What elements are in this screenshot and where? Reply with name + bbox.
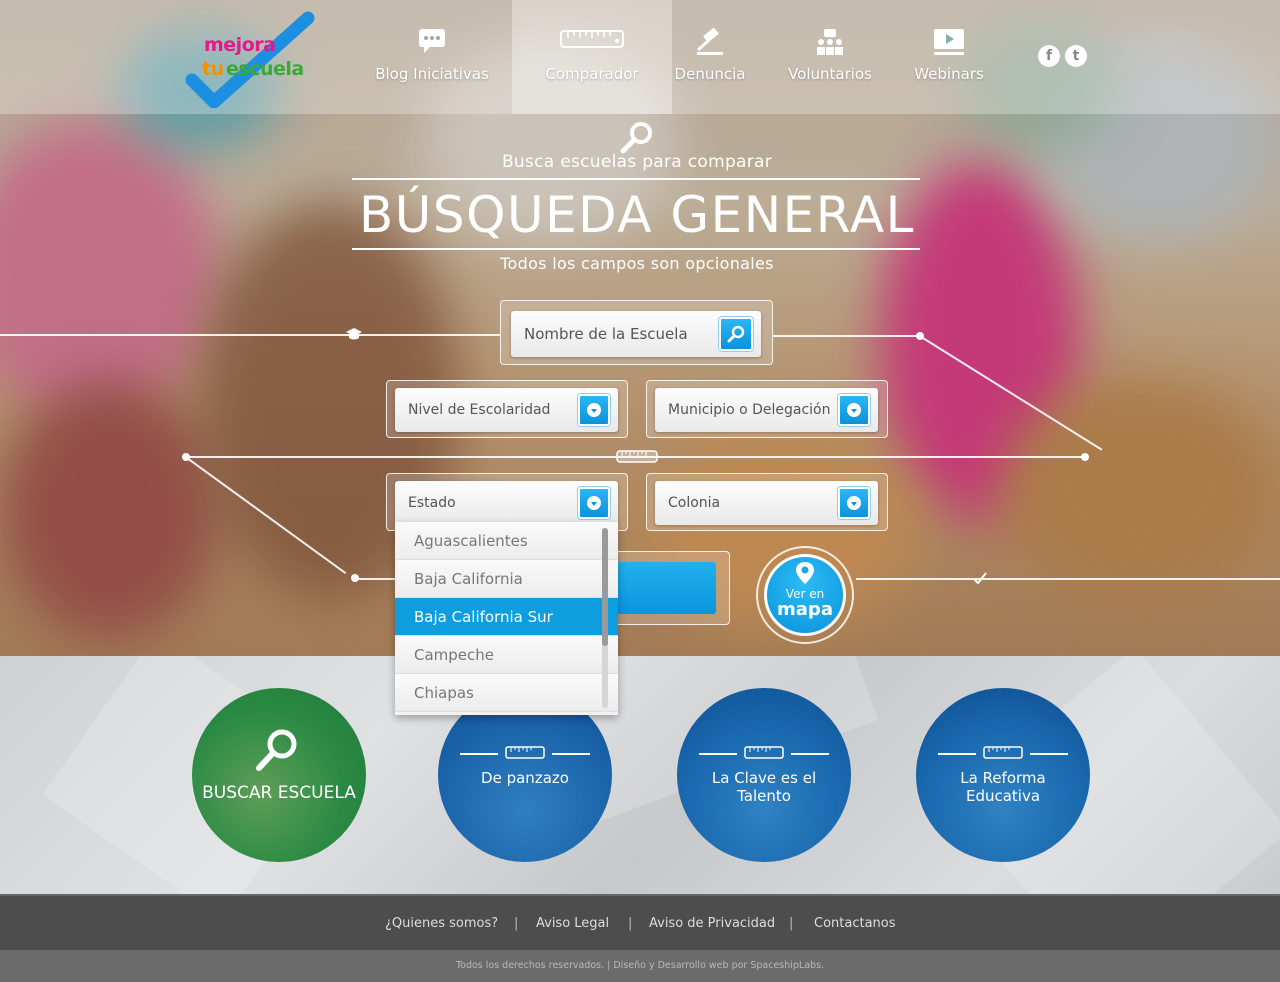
page-title: BÚSQUEDA GENERAL bbox=[358, 186, 915, 244]
search-button[interactable] bbox=[719, 317, 753, 351]
scrollbar-thumb[interactable] bbox=[602, 528, 608, 646]
dropdown-option-selected[interactable]: Baja California Sur bbox=[395, 598, 618, 636]
submit-search-button[interactable] bbox=[612, 562, 716, 614]
nav-label: Blog Iniciativas bbox=[375, 65, 489, 83]
dropdown-option[interactable]: Campeche bbox=[395, 636, 618, 674]
school-name-placeholder: Nombre de la Escuela bbox=[524, 325, 688, 343]
card-reforma-educativa[interactable]: La Reforma Educativa bbox=[916, 688, 1090, 862]
ruler-icon bbox=[505, 746, 545, 759]
footer-separator: | bbox=[514, 916, 519, 931]
nivel-label: Nivel de Escolaridad bbox=[408, 402, 551, 418]
chat-bubble-icon bbox=[418, 28, 446, 58]
estado-dropdown-list[interactable]: Aguascalientes Baja California Baja Cali… bbox=[395, 522, 618, 715]
nav-webinars[interactable]: Webinars bbox=[869, 0, 1029, 114]
logo-text-mejora: mejora bbox=[204, 34, 276, 56]
municipio-select[interactable]: Municipio o Delegación bbox=[655, 388, 878, 432]
chevron-down-icon[interactable] bbox=[838, 487, 870, 519]
dropdown-option[interactable]: Baja California bbox=[395, 560, 618, 598]
copyright-text: Todos los derechos reservados. | Diseño … bbox=[455, 960, 825, 971]
colonia-label: Colonia bbox=[668, 495, 721, 511]
card-title: De panzazo bbox=[481, 769, 569, 787]
ruler-icon bbox=[983, 746, 1023, 759]
footer-link-aviso-privacidad[interactable]: Aviso de Privacidad bbox=[649, 916, 775, 931]
optional-note: Todos los campos son opcionales bbox=[500, 254, 774, 273]
divider bbox=[352, 178, 920, 180]
footer-separator: | bbox=[789, 916, 794, 931]
card-title: La Clave es el Talento bbox=[711, 769, 817, 805]
municipio-label: Municipio o Delegación bbox=[668, 402, 831, 418]
connector-dot bbox=[182, 453, 190, 461]
ruler-icon bbox=[744, 746, 784, 759]
colonia-select[interactable]: Colonia bbox=[655, 481, 878, 525]
card-title: La Reforma Educativa bbox=[960, 769, 1046, 805]
connector-dot bbox=[1081, 453, 1089, 461]
twitter-icon[interactable]: t bbox=[1065, 45, 1087, 67]
chevron-down-icon[interactable] bbox=[578, 394, 610, 426]
copyright-bar: Todos los derechos reservados. | Diseño … bbox=[0, 950, 1280, 982]
people-icon bbox=[815, 28, 845, 60]
chevron-down-icon[interactable] bbox=[578, 487, 610, 519]
graduation-cap-icon bbox=[346, 328, 362, 340]
estado-select[interactable]: Estado bbox=[395, 481, 618, 525]
nivel-select[interactable]: Nivel de Escolaridad bbox=[395, 388, 618, 432]
estado-label: Estado bbox=[408, 495, 456, 511]
facebook-icon[interactable]: f bbox=[1038, 45, 1060, 67]
connector-line bbox=[0, 334, 500, 336]
connector-line bbox=[773, 335, 920, 337]
connector-line bbox=[856, 578, 1280, 580]
search-icon bbox=[620, 122, 652, 154]
search-icon bbox=[727, 325, 745, 343]
checkmark-icon bbox=[973, 572, 987, 585]
gavel-icon bbox=[694, 27, 726, 60]
search-icon bbox=[256, 729, 297, 771]
card-title: BUSCAR ESCUELA bbox=[202, 783, 356, 803]
footer-link-quienes-somos[interactable]: ¿Quienes somos? bbox=[385, 916, 498, 931]
footer-separator: | bbox=[628, 916, 633, 931]
card-clave-talento[interactable]: La Clave es el Talento bbox=[677, 688, 851, 862]
map-button-big-label: mapa bbox=[777, 599, 833, 620]
ruler-icon bbox=[560, 28, 624, 54]
footer-link-contactanos[interactable]: Contactanos bbox=[814, 916, 896, 931]
footer-link-aviso-legal[interactable]: Aviso Legal bbox=[536, 916, 609, 931]
logo-text-escuela: escuela bbox=[226, 58, 304, 80]
nav-label: Webinars bbox=[914, 65, 984, 83]
dropdown-option[interactable]: Aguascalientes bbox=[395, 522, 618, 560]
map-pin-icon bbox=[796, 562, 814, 584]
card-buscar-escuela[interactable]: BUSCAR ESCUELA bbox=[192, 688, 366, 862]
hero-subtitle: Busca escuelas para comparar bbox=[501, 152, 773, 172]
nav-blog-iniciativas[interactable]: Blog Iniciativas bbox=[352, 0, 512, 114]
video-icon bbox=[933, 28, 965, 60]
footer-links-bar: ¿Quienes somos? | Aviso Legal | Aviso de… bbox=[0, 894, 1280, 950]
logo[interactable]: mejora tu escuela bbox=[180, 8, 330, 108]
connector-dot bbox=[916, 332, 924, 340]
dropdown-option[interactable]: Chiapas bbox=[395, 674, 618, 712]
divider bbox=[352, 248, 920, 250]
logo-text-tu: tu bbox=[202, 58, 224, 80]
view-map-button[interactable]: Ver en mapa bbox=[764, 554, 846, 636]
ruler-icon bbox=[616, 450, 658, 463]
connector-dot bbox=[351, 574, 359, 582]
chevron-down-icon[interactable] bbox=[838, 394, 870, 426]
school-name-input[interactable]: Nombre de la Escuela bbox=[511, 311, 761, 357]
